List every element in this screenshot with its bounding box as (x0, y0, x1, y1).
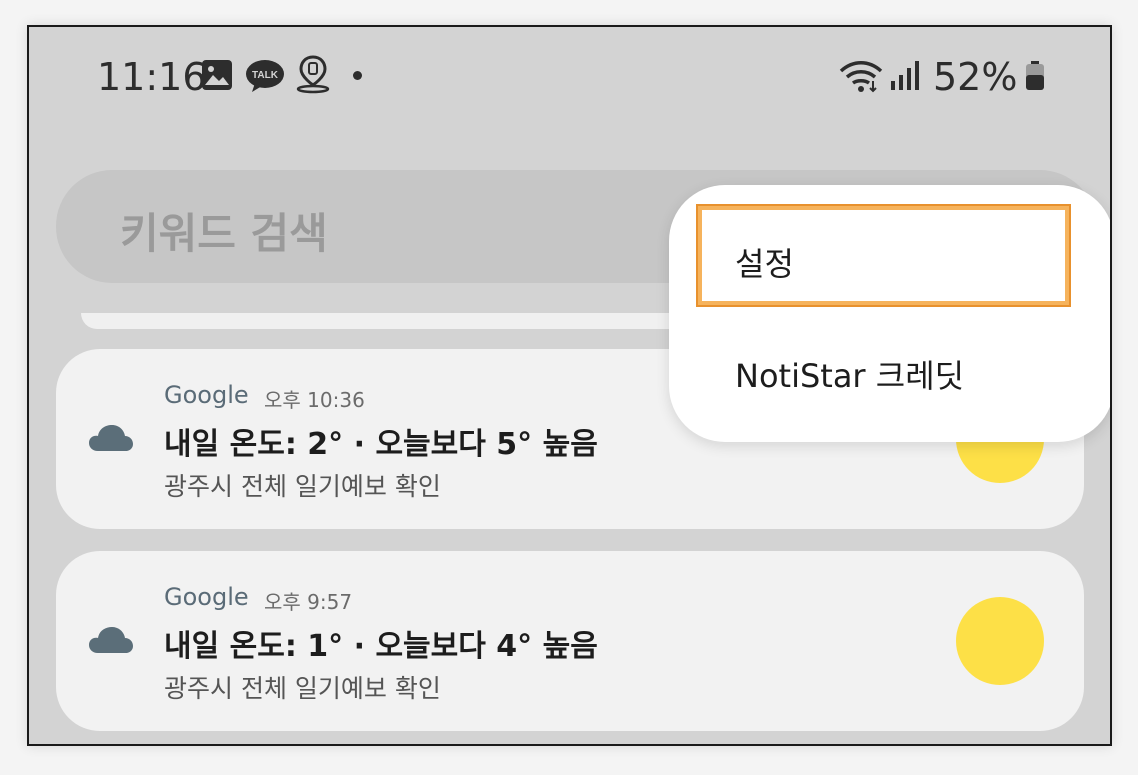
signal-icon (891, 61, 919, 90)
overflow-menu: 설정 NotiStar 크레딧 (669, 185, 1110, 442)
wifi-icon (839, 61, 883, 93)
status-bar: 11:16 TALK 52% (29, 27, 1110, 127)
gallery-icon (202, 60, 232, 90)
cloud-icon (89, 425, 133, 451)
search-placeholder: 키워드 검색 (120, 209, 328, 258)
dot-icon (353, 71, 362, 80)
talk-label: TALK (252, 70, 279, 81)
kakaotalk-icon: TALK (246, 60, 284, 92)
battery-percent: 52% (933, 55, 1018, 99)
notification-title: 내일 온도: 1° · 오늘보다 4° 높음 (164, 629, 598, 664)
phone-screen: 11:16 TALK 52% 키워드 검색 Google 오후 10:36 내일… (27, 25, 1112, 746)
notification-app: Google (164, 583, 249, 611)
notification-card[interactable]: Google 오후 9:57 내일 온도: 1° · 오늘보다 4° 높음 광주… (56, 551, 1084, 731)
notification-title: 내일 온도: 2° · 오늘보다 5° 높음 (164, 427, 598, 462)
notification-subtitle: 광주시 전체 일기예보 확인 (164, 674, 441, 703)
location-pin-icon (296, 55, 330, 94)
battery-icon (1026, 61, 1044, 90)
notification-time: 오후 9:57 (264, 590, 353, 614)
notification-time: 오후 10:36 (264, 388, 365, 412)
status-time: 11:16 (97, 55, 207, 99)
cloud-icon (89, 627, 133, 653)
notification-app: Google (164, 381, 249, 409)
sun-icon (956, 597, 1044, 685)
menu-item-settings[interactable]: 설정 (735, 239, 794, 285)
menu-item-credits[interactable]: NotiStar 크레딧 (735, 351, 964, 397)
notification-subtitle: 광주시 전체 일기예보 확인 (164, 472, 441, 501)
